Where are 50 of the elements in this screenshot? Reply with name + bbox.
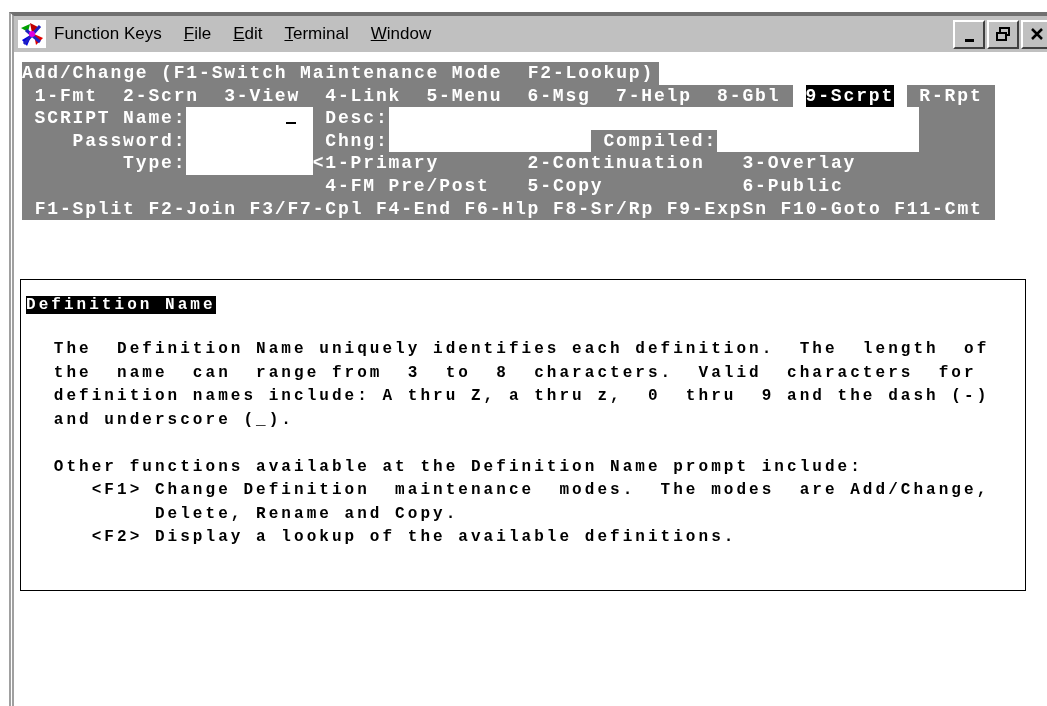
type-option: 4-FM Pre/Post: [325, 174, 528, 198]
menu-item[interactable]: Edit: [233, 24, 263, 44]
input-field[interactable]: [186, 107, 313, 130]
field-label: SCRIPT Name:: [33, 107, 187, 130]
mode-title: Add/Change (F1-Switch Maintenance Mode F2-Lookup): [22, 62, 660, 85]
prompt-marker: <: [312, 152, 326, 175]
function-key-hint: F9-ExpSn: [666, 197, 768, 221]
input-field[interactable]: [186, 152, 313, 175]
field-label: Type:: [122, 152, 187, 175]
close-button[interactable]: [1021, 19, 1047, 49]
function-key-hint: F11-Cmt: [894, 197, 983, 221]
type-option: 5-Copy: [527, 174, 743, 198]
help-title: Definition Name: [26, 296, 216, 315]
type-option: 1-Primary: [325, 152, 528, 175]
function-key-hint: F2-Join: [148, 197, 237, 221]
menu-tab[interactable]: 8-Gbl: [704, 84, 793, 108]
menu-tab[interactable]: 9-Scrpt: [805, 84, 895, 108]
input-field[interactable]: [388, 129, 591, 153]
function-key-hint: F6-Hlp: [464, 197, 541, 221]
help-paragraph: The Definition Name uniquely identifies each definition. The length of the name can range from 3 to 8 characters. Valid characters for definition names include: A thru Z, a thru z, 0 thru 9 and the dash (-) and underscore (_).: [53, 339, 991, 431]
close-icon: [1030, 27, 1044, 41]
menu-item[interactable]: Function Keys: [54, 24, 162, 44]
function-key-hint: F8-Sr/Rp: [552, 197, 655, 221]
minimize-icon: [964, 38, 974, 42]
field-label: Password:: [71, 129, 187, 153]
input-field[interactable]: [388, 107, 920, 130]
restore-button[interactable]: [987, 19, 1019, 49]
type-option: 3-Overlay: [742, 152, 958, 175]
type-option: 2-Continuation: [527, 152, 743, 175]
cursor-icon: [286, 121, 297, 124]
menu-item[interactable]: Terminal: [284, 24, 349, 44]
type-option: 6-Public: [742, 174, 958, 198]
field-label: Chng:: [324, 129, 389, 153]
function-key-hint: F4-End: [375, 197, 452, 221]
menu-tab[interactable]: R-Rpt: [906, 84, 996, 108]
input-field[interactable]: [717, 129, 920, 153]
function-key-hint: F10-Goto: [780, 197, 882, 221]
app-logo-icon[interactable]: [18, 20, 46, 48]
field-label: Desc:: [324, 107, 389, 130]
function-key-hint: F3/F7-Cpl: [249, 197, 364, 221]
menu-item[interactable]: File: [183, 24, 212, 44]
menu-tab[interactable]: 1-Fmt: [22, 84, 111, 108]
restore-icon: [995, 26, 1011, 42]
field-label: Compiled:: [602, 129, 718, 153]
help-paragraph: Other functions available at the Definition Name prompt include: <F1> Change Definition maintenance modes. The modes are Add/Change, Delete, Rename and Copy. <F2> Display a lookup of the available definitions.: [53, 456, 991, 549]
menu-item[interactable]: Window: [370, 24, 432, 44]
minimize-button[interactable]: [953, 19, 985, 49]
menu-tab[interactable]: 2-Scrn: [110, 84, 212, 108]
menu-tab[interactable]: 7-Help: [603, 84, 705, 108]
function-key-hint: F1-Split: [34, 197, 136, 221]
